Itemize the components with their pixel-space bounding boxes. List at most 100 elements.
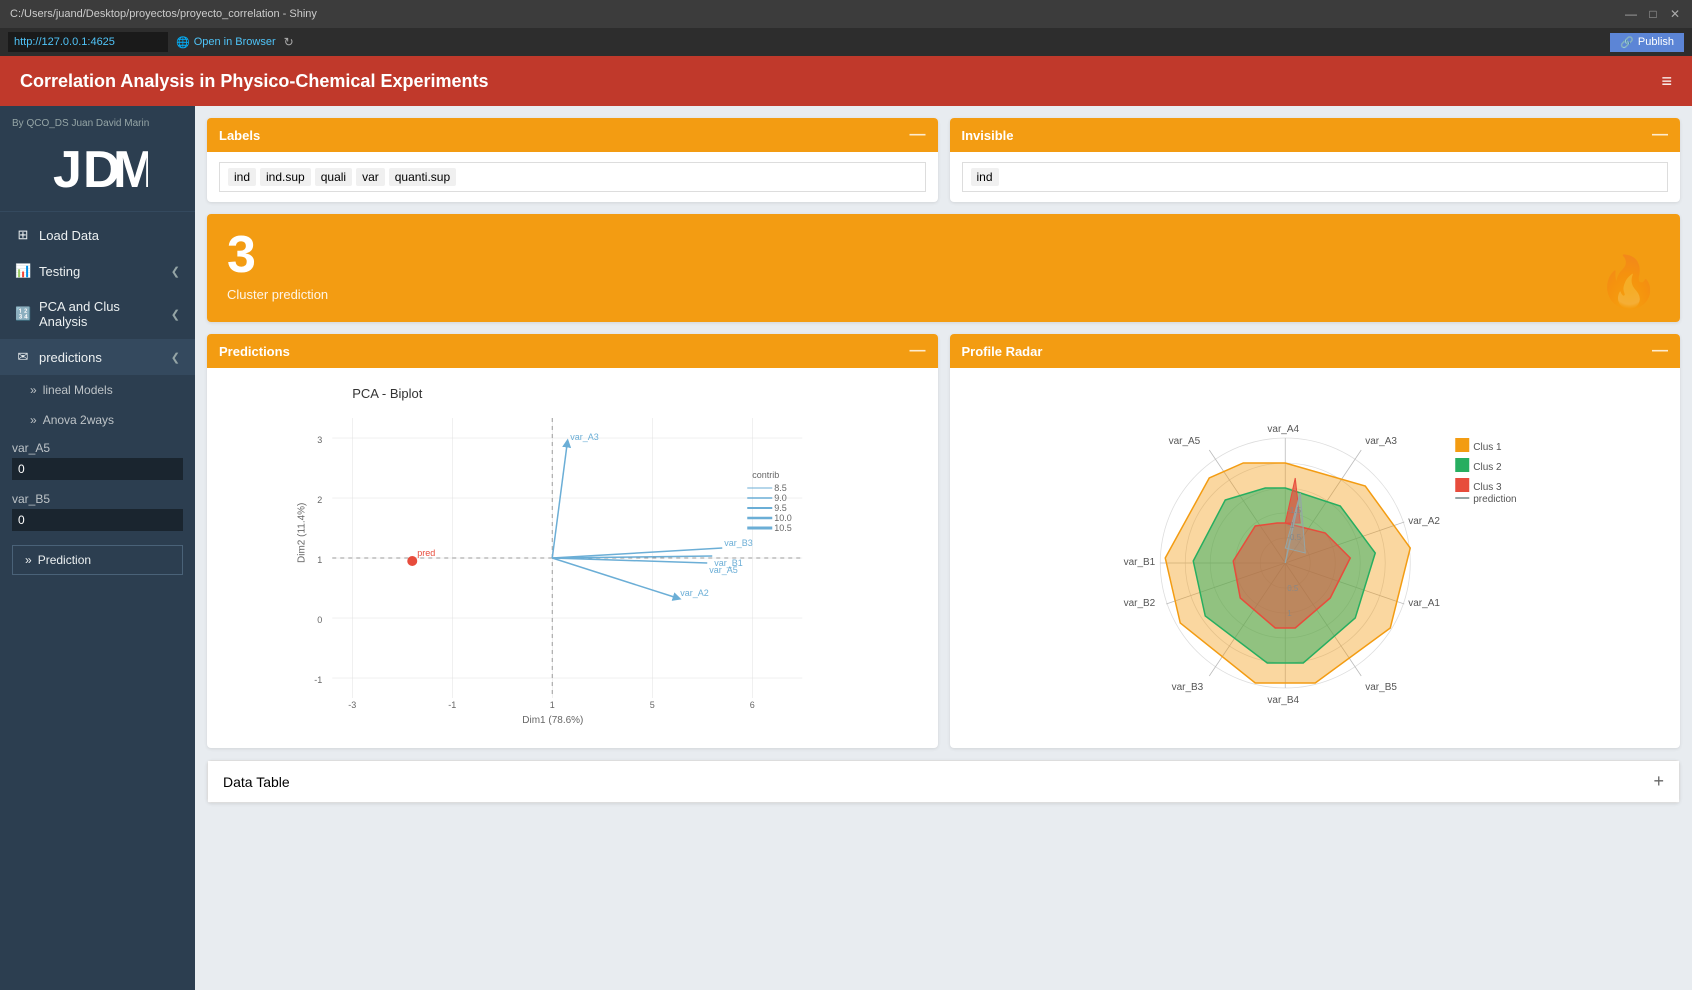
minimize-btn[interactable]: — bbox=[1624, 7, 1638, 21]
cluster-content: 3 Cluster prediction bbox=[227, 229, 328, 302]
svg-text:var_A1: var_A1 bbox=[1408, 598, 1440, 609]
predictions-minimize-btn[interactable]: — bbox=[910, 342, 926, 360]
svg-text:var_A3: var_A3 bbox=[1365, 436, 1397, 447]
svg-text:var_A2: var_A2 bbox=[680, 588, 709, 598]
labels-header-title: Labels bbox=[219, 128, 260, 143]
var-b5-label: var_B5 bbox=[12, 492, 183, 506]
invisible-card-body: ind bbox=[950, 152, 1681, 202]
svg-text:var_A3: var_A3 bbox=[570, 432, 599, 442]
var-b5-input-group: var_B5 bbox=[0, 486, 195, 537]
chevron-pca-icon: ❮ bbox=[171, 308, 180, 321]
var-a5-input[interactable] bbox=[12, 458, 183, 480]
title-bar: C:/Users/juand/Desktop/proyectos/proyect… bbox=[0, 0, 1692, 28]
invisible-minimize-btn[interactable]: — bbox=[1652, 126, 1668, 144]
svg-text:0: 0 bbox=[317, 615, 322, 625]
svg-text:-0.5: -0.5 bbox=[1287, 533, 1301, 542]
svg-text:var_A5: var_A5 bbox=[709, 565, 738, 575]
svg-text:var_B5: var_B5 bbox=[1365, 682, 1397, 693]
close-btn[interactable]: ✕ bbox=[1668, 7, 1682, 21]
svg-text:-1.5: -1.5 bbox=[1287, 506, 1301, 515]
sidebar-item-pca[interactable]: 🔢 PCA and Clus Analysis ❮ bbox=[0, 289, 195, 339]
lineal-models-icon: » bbox=[30, 383, 37, 397]
svg-text:1: 1 bbox=[317, 555, 322, 565]
svg-text:var_A2: var_A2 bbox=[1408, 516, 1440, 527]
predictions-chart-header: Predictions — bbox=[207, 334, 938, 368]
svg-text:0.5: 0.5 bbox=[1287, 584, 1299, 593]
sidebar-item-anova[interactable]: » Anova 2ways bbox=[0, 405, 195, 435]
svg-text:2: 2 bbox=[317, 495, 322, 505]
predictions-chart-card: Predictions — PCA - Biplot bbox=[207, 334, 938, 748]
invisible-card: Invisible — ind bbox=[950, 118, 1681, 202]
svg-text:var_B3: var_B3 bbox=[1171, 682, 1203, 693]
labels-card-body: ind ind.sup quali var quanti.sup bbox=[207, 152, 938, 202]
publish-button[interactable]: 🔗 Publish bbox=[1610, 33, 1684, 52]
charts-row: Predictions — PCA - Biplot bbox=[207, 334, 1680, 748]
open-browser-button[interactable]: 🌐 Open in Browser bbox=[176, 36, 276, 49]
refresh-button[interactable]: ↻ bbox=[284, 35, 294, 49]
svg-text:-1: -1 bbox=[1287, 521, 1295, 530]
cluster-card-body: 3 Cluster prediction 🔥 bbox=[207, 214, 1680, 322]
data-table-title: Data Table bbox=[223, 774, 290, 790]
data-table-card: Data Table + bbox=[207, 760, 1680, 803]
svg-text:Clus 2: Clus 2 bbox=[1473, 462, 1502, 473]
tag-ind-sup: ind.sup bbox=[260, 168, 311, 186]
svg-text:Dim2 (11.4%): Dim2 (11.4%) bbox=[296, 503, 307, 563]
hamburger-menu-icon[interactable]: ≡ bbox=[1661, 71, 1672, 92]
tag-invisible-ind: ind bbox=[971, 168, 999, 186]
logo-image: J D M bbox=[48, 129, 148, 199]
svg-text:-1: -1 bbox=[448, 700, 456, 710]
publish-icon: 🔗 bbox=[1620, 36, 1634, 49]
data-table-header[interactable]: Data Table + bbox=[207, 760, 1680, 803]
sidebar-item-label-lineal-models: lineal Models bbox=[43, 383, 113, 397]
sidebar-item-predictions[interactable]: ✉ predictions ❮ bbox=[0, 339, 195, 375]
main-area: By QCO_DS Juan David Marin J D M ⊞ Load … bbox=[0, 106, 1692, 990]
prediction-btn-icon: » bbox=[25, 553, 32, 567]
var-b5-input[interactable] bbox=[12, 509, 183, 531]
sidebar-by-label: By QCO_DS Juan David Marin bbox=[12, 118, 149, 129]
sidebar-item-label-anova: Anova 2ways bbox=[43, 413, 114, 427]
anova-icon: » bbox=[30, 413, 37, 427]
svg-text:Clus 3: Clus 3 bbox=[1473, 482, 1502, 493]
svg-text:8.5: 8.5 bbox=[774, 483, 787, 493]
svg-text:var_B3: var_B3 bbox=[724, 538, 753, 548]
svg-text:J: J bbox=[53, 141, 82, 199]
browser-chrome: C:/Users/juand/Desktop/proyectos/proyect… bbox=[0, 0, 1692, 56]
radar-minimize-btn[interactable]: — bbox=[1652, 342, 1668, 360]
cluster-number: 3 bbox=[227, 229, 328, 281]
svg-text:3: 3 bbox=[317, 435, 322, 445]
browser-icon: 🌐 bbox=[176, 36, 190, 49]
svg-text:1: 1 bbox=[550, 700, 555, 710]
sidebar-item-load-data[interactable]: ⊞ Load Data bbox=[0, 217, 195, 253]
sidebar-item-label-pca: PCA and Clus Analysis bbox=[39, 299, 163, 329]
sidebar-item-testing[interactable]: 📊 Testing ❮ bbox=[0, 253, 195, 289]
browser-title: C:/Users/juand/Desktop/proyectos/proyect… bbox=[10, 8, 317, 20]
labels-card-header: Labels — bbox=[207, 118, 938, 152]
cluster-prediction-card: 3 Cluster prediction 🔥 bbox=[207, 214, 1680, 322]
window-controls[interactable]: — □ ✕ bbox=[1624, 7, 1682, 21]
invisible-tags-input[interactable]: ind bbox=[962, 162, 1669, 192]
chevron-testing-icon: ❮ bbox=[171, 265, 180, 278]
address-input[interactable] bbox=[8, 32, 168, 52]
profile-radar-card: Profile Radar — bbox=[950, 334, 1681, 748]
sidebar-logo: By QCO_DS Juan David Marin J D M bbox=[0, 106, 195, 212]
profile-radar-title: Profile Radar bbox=[962, 344, 1043, 359]
sidebar-item-label-load-data: Load Data bbox=[39, 228, 99, 243]
prediction-button[interactable]: » Prediction bbox=[12, 545, 183, 575]
svg-text:var_B1: var_B1 bbox=[1123, 557, 1155, 568]
data-table-expand-btn[interactable]: + bbox=[1653, 771, 1664, 792]
prediction-btn-label: Prediction bbox=[38, 553, 91, 567]
maximize-btn[interactable]: □ bbox=[1646, 7, 1660, 21]
sidebar-item-label-testing: Testing bbox=[39, 264, 80, 279]
profile-radar-body: -1.5 -1 -0.5 0.5 1 var_A4 var_A3 var_A2 … bbox=[950, 368, 1681, 748]
svg-text:Clus 1: Clus 1 bbox=[1473, 442, 1502, 453]
svg-text:6: 6 bbox=[750, 700, 755, 710]
cluster-label: Cluster prediction bbox=[227, 287, 328, 302]
chevron-predictions-icon: ❮ bbox=[171, 351, 180, 364]
labels-tags-input[interactable]: ind ind.sup quali var quanti.sup bbox=[219, 162, 926, 192]
tag-var: var bbox=[356, 168, 385, 186]
address-bar: 🌐 Open in Browser ↻ 🔗 Publish bbox=[0, 28, 1692, 56]
svg-text:10.5: 10.5 bbox=[774, 523, 792, 533]
var-a5-label: var_A5 bbox=[12, 441, 183, 455]
labels-minimize-btn[interactable]: — bbox=[910, 126, 926, 144]
sidebar-item-lineal-models[interactable]: » lineal Models bbox=[0, 375, 195, 405]
